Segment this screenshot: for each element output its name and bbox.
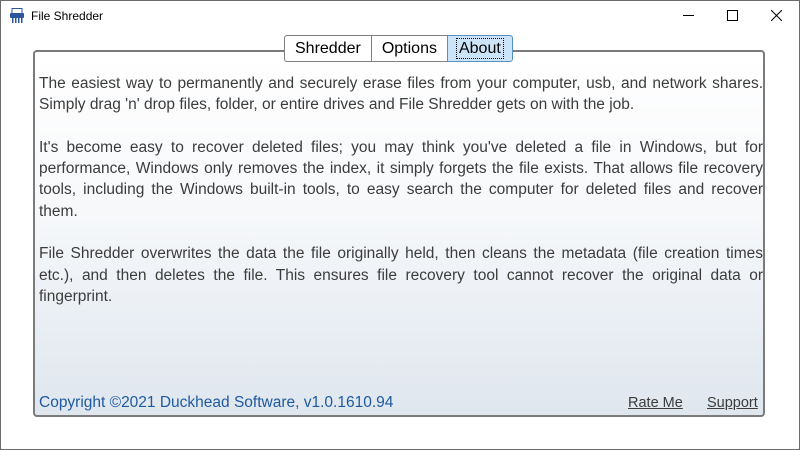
about-paragraph: It's become easy to recover deleted file… (39, 138, 763, 220)
about-description: The easiest way to permanently and secur… (39, 73, 763, 329)
title-bar[interactable]: File Shredder (1, 1, 799, 31)
about-paragraph: The easiest way to permanently and secur… (39, 75, 763, 114)
close-icon (771, 10, 782, 21)
maximize-icon (727, 10, 738, 21)
support-link[interactable]: Support (707, 394, 758, 412)
tab-about[interactable]: About (446, 35, 513, 62)
tab-strip: Shredder Options About (284, 35, 513, 62)
window-title: File Shredder (31, 9, 104, 23)
tab-options[interactable]: Options (370, 35, 447, 62)
maximize-button[interactable] (710, 1, 754, 31)
minimize-button[interactable] (666, 1, 710, 31)
copyright-text: Copyright ©2021 Duckhead Software, v1.0.… (39, 394, 394, 411)
tab-label: About (455, 38, 504, 59)
tab-shredder[interactable]: Shredder (284, 35, 371, 62)
tab-label: Options (381, 40, 437, 57)
close-button[interactable] (754, 1, 798, 31)
rate-me-link[interactable]: Rate Me (628, 394, 683, 412)
about-paragraph: File Shredder overwrites the data the fi… (39, 245, 763, 305)
shredder-icon (9, 8, 25, 24)
app-window: File Shredder Shredder Options About The… (0, 0, 800, 450)
tab-label: Shredder (295, 40, 361, 57)
minimize-icon (683, 15, 694, 16)
